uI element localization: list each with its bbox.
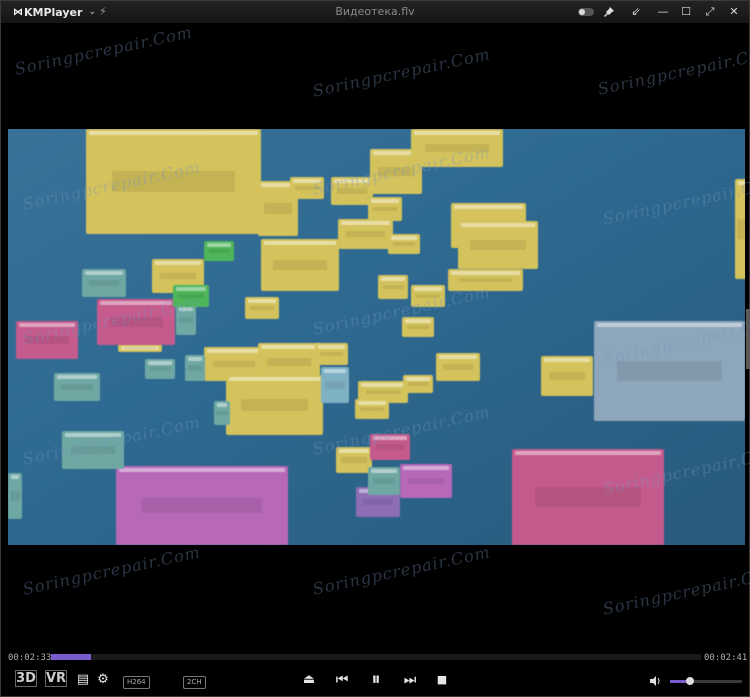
next-icon[interactable]: ⏭ — [401, 671, 419, 689]
pin-icon[interactable] — [601, 4, 617, 20]
video-window-shape — [370, 434, 410, 460]
volume-slider[interactable] — [670, 677, 742, 685]
close-icon[interactable]: ✕ — [726, 4, 742, 20]
eject-icon[interactable]: ⏏ — [300, 671, 318, 689]
video-window-shape — [388, 234, 420, 254]
video-window-shape — [355, 399, 389, 419]
video-window-shape — [336, 447, 372, 473]
video-frame[interactable] — [8, 129, 745, 545]
maximize-icon[interactable]: ☐ — [678, 4, 694, 20]
video-window-shape — [368, 467, 400, 495]
watermark-text: Soringpcrepair.Com — [311, 44, 493, 101]
video-window-shape — [411, 285, 445, 307]
video-window-shape — [368, 197, 402, 221]
video-window-shape — [448, 269, 523, 291]
video-window-shape — [512, 449, 664, 545]
seek-bar[interactable] — [51, 654, 701, 660]
video-window-shape — [436, 353, 480, 381]
watermark-text: Soringpcrepair.Com — [13, 22, 195, 79]
video-window-shape — [402, 317, 434, 337]
video-window-shape — [735, 179, 745, 279]
video-window-shape — [116, 466, 288, 545]
video-window-shape — [315, 343, 348, 365]
video-window-shape — [145, 359, 175, 379]
video-window-shape — [331, 177, 373, 205]
title-bar: ⋈ KMPlayer ⌄ ⚡ Видеотека.flv ⇙ — ☐ ⤢ ✕ — [1, 1, 749, 23]
fullscreen-icon[interactable]: ⤢ — [702, 4, 718, 20]
watermark-text: Soringpcrepair.Com — [21, 542, 203, 599]
total-time: 00:02:41 — [704, 653, 748, 663]
watermark-text: Soringpcrepair.Com — [601, 562, 750, 619]
video-window-shape — [290, 177, 324, 199]
video-window-shape — [176, 305, 196, 335]
volume-icon[interactable] — [648, 672, 664, 690]
seek-progress — [51, 654, 92, 660]
video-window-shape — [86, 129, 261, 234]
video-window-shape — [97, 299, 175, 345]
elapsed-time: 00:02:33 — [8, 653, 52, 663]
video-window-shape — [594, 321, 745, 421]
3d-button[interactable]: 3D — [15, 670, 37, 687]
settings-icon[interactable]: ⚙ — [95, 671, 111, 689]
video-window-shape — [62, 431, 124, 469]
kmplayer-window: ⋈ KMPlayer ⌄ ⚡ Видеотека.flv ⇙ — ☐ ⤢ ✕ S… — [0, 0, 750, 697]
video-window-shape — [118, 344, 162, 352]
side-scroll-thumb[interactable] — [746, 309, 750, 369]
video-window-shape — [82, 269, 126, 297]
video-window-shape — [378, 275, 408, 299]
stop-icon[interactable]: ■ — [434, 671, 450, 689]
audio-channel-badge[interactable]: 2CH — [183, 676, 206, 689]
playlist-icon[interactable]: ▤ — [75, 671, 91, 689]
theme-toggle[interactable] — [578, 8, 594, 16]
minimize-icon[interactable]: — — [655, 4, 671, 20]
video-window-shape — [8, 473, 22, 519]
video-window-shape — [403, 375, 433, 393]
video-window-shape — [16, 321, 78, 359]
mini-mode-icon[interactable]: ⇙ — [628, 4, 644, 20]
video-window-shape — [54, 373, 100, 401]
video-window-shape — [226, 375, 323, 435]
codec-badge[interactable]: H264 — [123, 676, 150, 689]
previous-icon[interactable]: ⏮ — [333, 671, 351, 689]
video-window-shape — [173, 285, 209, 307]
video-window-shape — [321, 367, 349, 403]
video-window-shape — [411, 129, 503, 167]
video-window-shape — [204, 241, 234, 261]
video-window-shape — [458, 221, 538, 269]
video-window-shape — [338, 219, 393, 249]
video-window-shape — [261, 239, 339, 291]
pause-icon[interactable]: ⏸ — [365, 669, 387, 691]
watermark-text: Soringpcrepair.Com — [311, 542, 493, 599]
video-window-shape — [214, 401, 230, 425]
video-window-shape — [541, 356, 593, 396]
volume-knob[interactable] — [686, 677, 695, 685]
video-window-shape — [185, 355, 205, 381]
video-window-shape — [400, 464, 452, 498]
video-window-shape — [245, 297, 279, 319]
vr-button[interactable]: VR — [45, 670, 67, 687]
watermark-text: Soringpcrepair.Com — [596, 42, 750, 99]
